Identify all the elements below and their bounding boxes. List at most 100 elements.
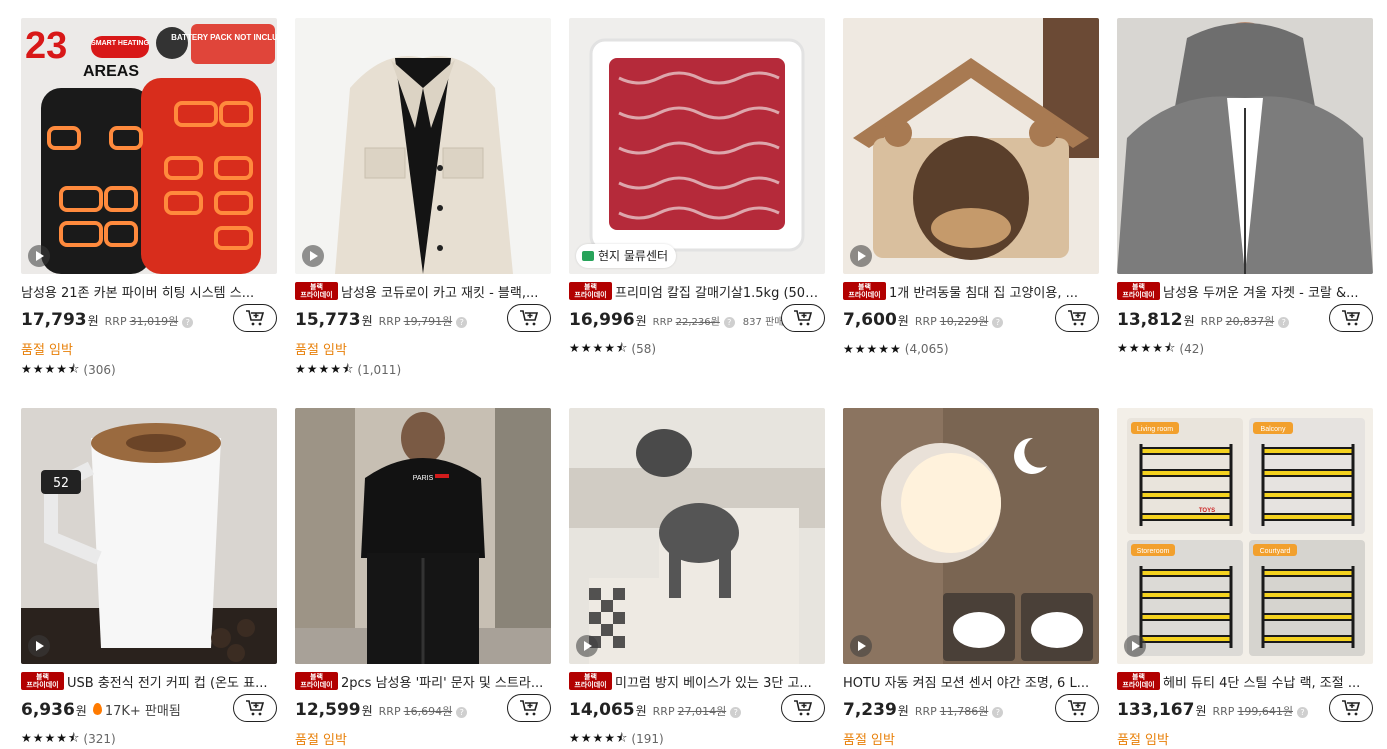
product-price: 16,996 — [569, 310, 635, 330]
pet-house-image — [843, 18, 1099, 274]
review-count: (42) — [1179, 342, 1205, 356]
product-image[interactable]: Living room Balcony Storeroom Courtyard … — [1117, 408, 1373, 664]
video-play-icon[interactable] — [28, 245, 50, 267]
product-image[interactable] — [843, 408, 1099, 664]
currency-label: 원 — [75, 704, 87, 718]
low-stock-label: 품절 임박 — [1117, 733, 1169, 748]
info-icon[interactable]: ? — [182, 317, 194, 328]
cart-plus-icon — [246, 310, 265, 326]
product-card[interactable]: 23 AREAS SMART HEATING BATTERY PACK NOT … — [21, 18, 277, 379]
product-image[interactable]: PARIS — [295, 408, 551, 664]
star-icons: ★★★★⯪ — [569, 730, 629, 745]
product-card[interactable]: Living room Balcony Storeroom Courtyard … — [1117, 408, 1373, 748]
product-title[interactable]: 1개 반려동물 침대 집 고양이용, ... — [889, 282, 1078, 301]
currency-label: 원 — [1195, 704, 1207, 718]
product-price: 13,812 — [1117, 310, 1183, 330]
add-to-cart-button[interactable] — [1055, 304, 1099, 332]
info-icon[interactable]: ? — [1278, 317, 1290, 328]
product-image[interactable]: 현지 물류센터 — [569, 18, 825, 274]
video-play-icon[interactable] — [1124, 635, 1146, 657]
star-icons: ★★★★⯪ — [1117, 340, 1177, 355]
product-title[interactable]: 2pcs 남성용 '파리' 문자 및 스트라... — [341, 672, 543, 691]
product-card[interactable]: 52 블랙 프라이데이 USB 충전식 전기 커피 컵 (온도 표... 6,93… — [21, 408, 277, 748]
add-to-cart-button[interactable] — [233, 694, 277, 722]
battery-note: BATTERY PACK NOT INCLUDED — [171, 33, 277, 42]
rating: ★★★★⯪ (58) — [569, 340, 825, 358]
cart-plus-icon — [1342, 700, 1361, 716]
rating: ★★★★⯪ (306) — [21, 361, 277, 379]
review-count: (4,065) — [904, 342, 949, 356]
product-card[interactable]: 블랙 프라이데이 미끄럼 방지 베이스가 있는 3단 고... 14,065 원 R… — [569, 408, 825, 748]
product-title[interactable]: 남성용 21존 카본 파이버 히팅 시스템 스... — [21, 282, 254, 301]
info-icon[interactable]: ? — [723, 317, 735, 328]
video-play-icon[interactable] — [850, 635, 872, 657]
cart-plus-icon — [520, 700, 539, 716]
product-image[interactable] — [295, 18, 551, 274]
add-to-cart-button[interactable] — [781, 694, 825, 722]
info-icon[interactable]: ? — [992, 707, 1004, 718]
black-friday-badge: 블랙 프라이데이 — [569, 672, 612, 690]
video-play-icon[interactable] — [28, 635, 50, 657]
rrp-label: RRP — [378, 705, 401, 718]
add-to-cart-button[interactable] — [507, 694, 551, 722]
currency-label: 원 — [897, 314, 909, 328]
low-stock-label: 품절 임박 — [21, 343, 73, 358]
rrp-price: 27,014원 — [677, 705, 727, 718]
product-card[interactable]: 블랙 프라이데이 남성용 두꺼운 겨울 자켓 - 코랄 &... 13,812 원 … — [1117, 18, 1373, 358]
sold-count: 17K+ 판매됨 — [104, 704, 181, 719]
local-warehouse-label: 현지 물류센터 — [598, 249, 669, 263]
product-card[interactable]: HOTU 자동 켜짐 모션 센서 야간 조명, 6 L... 7,239 원 RR… — [843, 408, 1099, 748]
product-title[interactable]: 프리미엄 칼집 갈매기살1.5kg (500... — [615, 282, 825, 301]
add-to-cart-button[interactable] — [233, 304, 277, 332]
smart-heating-label: SMART HEATING — [91, 40, 149, 47]
rating: ★★★★⯪ (42) — [1117, 340, 1373, 358]
product-card[interactable]: PARIS 블랙 프라이데이 2pcs 남성용 '파리' 문자 및 스트라... … — [295, 408, 551, 748]
star-icons: ★★★★⯪ — [21, 361, 81, 376]
rating: ★★★★⯪ (321) — [21, 730, 277, 748]
add-to-cart-button[interactable] — [1329, 304, 1373, 332]
cart-plus-icon — [1068, 310, 1087, 326]
product-image[interactable]: 23 AREAS SMART HEATING BATTERY PACK NOT … — [21, 18, 277, 274]
truck-icon — [582, 251, 594, 261]
product-title[interactable]: 미끄럼 방지 베이스가 있는 3단 고... — [615, 672, 812, 691]
video-play-icon[interactable] — [576, 635, 598, 657]
rating: ★★★★★ (4,065) — [843, 340, 1099, 358]
product-image[interactable] — [843, 18, 1099, 274]
product-title[interactable]: USB 충전식 전기 커피 컵 (온도 표... — [67, 672, 268, 691]
rack-label-courtyard: Courtyard — [1260, 548, 1291, 555]
paris-chest-text: PARIS — [413, 475, 434, 482]
rrp-price: 20,837원 — [1225, 315, 1275, 328]
add-to-cart-button[interactable] — [781, 304, 825, 332]
corduroy-jacket-image — [295, 18, 551, 274]
video-play-icon[interactable] — [850, 245, 872, 267]
star-icons: ★★★★⯪ — [569, 340, 629, 355]
info-icon[interactable]: ? — [730, 707, 742, 718]
info-icon[interactable]: ? — [456, 707, 468, 718]
rrp-price: 22,236원 — [675, 317, 720, 328]
product-card[interactable]: 블랙 프라이데이 1개 반려동물 침대 집 고양이용, ... 7,600 원 RR… — [843, 18, 1099, 358]
product-title[interactable]: 남성용 두꺼운 겨울 자켓 - 코랄 &... — [1163, 282, 1359, 301]
product-card[interactable]: 현지 물류센터 블랙 프라이데이 프리미엄 칼집 갈매기살1.5kg (500..… — [569, 18, 825, 358]
currency-label: 원 — [635, 314, 647, 328]
add-to-cart-button[interactable] — [1329, 694, 1373, 722]
rating: ★★★★⯪ (191) — [569, 730, 825, 748]
video-play-icon[interactable] — [302, 245, 324, 267]
black-friday-badge: 블랙 프라이데이 — [21, 672, 64, 690]
low-stock-label: 품절 임박 — [295, 733, 347, 748]
info-icon[interactable]: ? — [992, 317, 1004, 328]
product-title[interactable]: 헤비 듀티 4단 스틸 수납 랙, 조절 ... — [1163, 672, 1360, 691]
add-to-cart-button[interactable] — [1055, 694, 1099, 722]
product-card[interactable]: 블랙 프라이데이 남성용 코듀로이 카고 재킷 - 블랙,... 15,773 원 … — [295, 18, 551, 379]
info-icon[interactable]: ? — [1297, 707, 1309, 718]
rack-label-living-room: Living room — [1137, 426, 1173, 433]
info-icon[interactable]: ? — [456, 317, 468, 328]
rating: ★★★★⯪ (1,011) — [295, 361, 551, 379]
rrp-label: RRP — [914, 705, 937, 718]
product-image[interactable] — [1117, 18, 1373, 274]
product-image[interactable] — [569, 408, 825, 664]
storage-rack-image: Living room Balcony Storeroom Courtyard … — [1117, 408, 1373, 664]
product-title[interactable]: 남성용 코듀로이 카고 재킷 - 블랙,... — [341, 282, 538, 301]
product-image[interactable]: 52 — [21, 408, 277, 664]
product-title[interactable]: HOTU 자동 켜짐 모션 센서 야간 조명, 6 L... — [843, 672, 1089, 691]
add-to-cart-button[interactable] — [507, 304, 551, 332]
